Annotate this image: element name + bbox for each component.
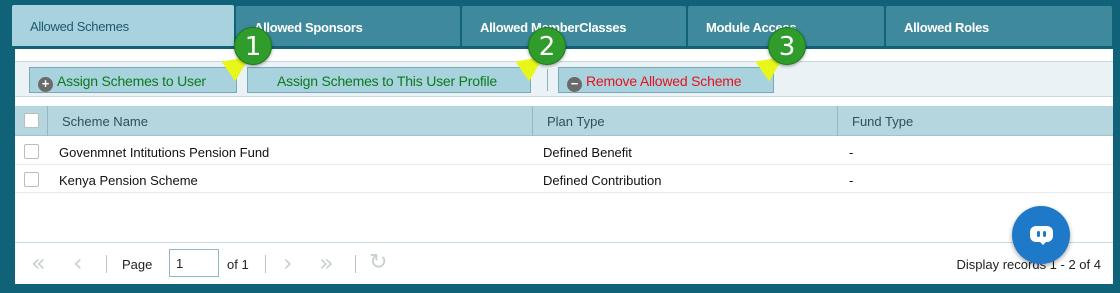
next-page-icon[interactable]: › bbox=[283, 249, 293, 277]
assign-schemes-to-user-button[interactable]: + Assign Schemes to User bbox=[29, 67, 237, 93]
column-header-scheme-name[interactable]: Scheme Name bbox=[47, 106, 532, 136]
pager: « ‹ Page of 1 › » ↻ Display records 1 - … bbox=[15, 243, 1113, 284]
minus-circle-icon: − bbox=[567, 77, 582, 92]
column-header-plan-type[interactable]: Plan Type bbox=[532, 106, 837, 136]
annotation-badge-1: 1 bbox=[234, 27, 272, 65]
plus-circle-icon: + bbox=[38, 77, 53, 92]
toolbar: + Assign Schemes to User Assign Schemes t… bbox=[15, 61, 1113, 97]
chat-bot-button[interactable] bbox=[1012, 206, 1070, 264]
row-checkbox[interactable] bbox=[24, 172, 39, 187]
page-count-label: of 1 bbox=[227, 257, 249, 272]
tab-allowed-roles[interactable]: Allowed Roles bbox=[886, 6, 1112, 46]
assign-schemes-to-profile-button[interactable]: Assign Schemes to This User Profile bbox=[247, 67, 531, 93]
page-label: Page bbox=[122, 257, 153, 272]
annotation-badge-3: 3 bbox=[768, 27, 806, 65]
plan-type-cell: Defined Benefit bbox=[543, 145, 632, 160]
pager-separator bbox=[355, 255, 356, 273]
fund-type-cell: - bbox=[849, 145, 854, 160]
grid-header: Scheme Name Plan Type Fund Type bbox=[15, 106, 1113, 136]
prev-page-icon[interactable]: ‹ bbox=[73, 249, 83, 277]
page-number-input[interactable] bbox=[169, 249, 219, 277]
content-panel: + Assign Schemes to User Assign Schemes t… bbox=[12, 46, 1116, 287]
select-all-checkbox[interactable] bbox=[24, 113, 39, 128]
row-checkbox[interactable] bbox=[24, 144, 39, 159]
tab-allowed-schemes[interactable]: Allowed Schemes bbox=[12, 5, 234, 48]
remove-allowed-scheme-button[interactable]: − Remove Allowed Scheme bbox=[558, 67, 774, 93]
assign-schemes-to-user-label: Assign Schemes to User bbox=[57, 73, 206, 89]
plan-type-cell: Defined Contribution bbox=[543, 173, 662, 188]
column-header-fund-type[interactable]: Fund Type bbox=[837, 106, 1113, 136]
refresh-icon[interactable]: ↻ bbox=[369, 250, 387, 275]
pager-separator bbox=[106, 255, 107, 273]
remove-allowed-scheme-label: Remove Allowed Scheme bbox=[586, 73, 742, 89]
toolbar-separator bbox=[547, 69, 548, 91]
assign-schemes-to-profile-label: Assign Schemes to This User Profile bbox=[277, 73, 497, 89]
table-row[interactable]: Kenya Pension Scheme Defined Contributio… bbox=[15, 165, 1113, 193]
tab-allowed-memberclasses[interactable]: Allowed MemberClasses bbox=[462, 6, 686, 46]
pager-separator bbox=[265, 255, 266, 273]
chat-bot-icon bbox=[1030, 226, 1053, 245]
scheme-name-cell: Govenmnet Intitutions Pension Fund bbox=[59, 145, 270, 160]
fund-type-cell: - bbox=[849, 173, 854, 188]
scheme-name-cell: Kenya Pension Scheme bbox=[59, 173, 198, 188]
table-row[interactable]: Govenmnet Intitutions Pension Fund Defin… bbox=[15, 137, 1113, 165]
last-page-icon[interactable]: » bbox=[319, 249, 334, 277]
first-page-icon[interactable]: « bbox=[31, 249, 46, 277]
annotation-badge-2: 2 bbox=[528, 27, 566, 65]
